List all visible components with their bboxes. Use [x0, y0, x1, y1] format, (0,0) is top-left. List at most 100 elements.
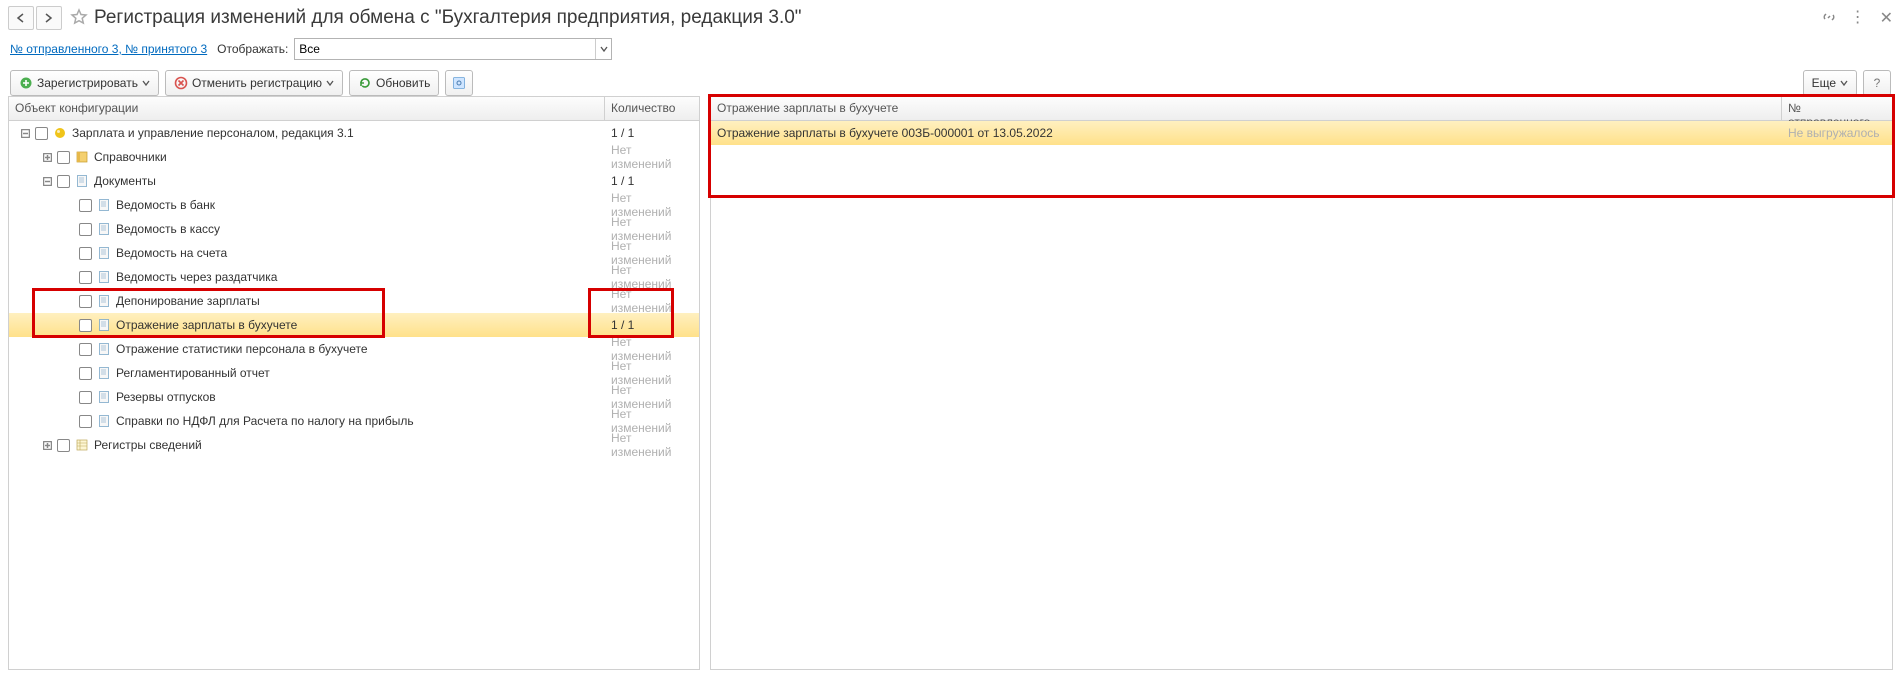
- tree-row[interactable]: Документы 1 / 1: [9, 169, 699, 193]
- collapse-icon[interactable]: [19, 129, 31, 138]
- tree-item-label: Регистры сведений: [94, 438, 202, 452]
- sent-received-link[interactable]: № отправленного 3, № принятого 3: [10, 42, 207, 56]
- doc-icon: [96, 222, 112, 236]
- chevron-down-icon: [142, 76, 150, 90]
- tree-checkbox[interactable]: [79, 367, 92, 380]
- tree-checkbox[interactable]: [57, 175, 70, 188]
- doc-icon: [96, 390, 112, 404]
- cancel-icon: [174, 76, 188, 90]
- chevron-down-icon: [326, 76, 334, 90]
- tree-item-label: Ведомость в банк: [116, 198, 215, 212]
- more-label: Еще: [1812, 76, 1836, 90]
- tree-row[interactable]: Ведомость в банкНет изменений: [9, 193, 699, 217]
- doc-icon: [96, 294, 112, 308]
- help-button[interactable]: ?: [1863, 70, 1891, 96]
- tree-checkbox[interactable]: [79, 223, 92, 236]
- book-icon: [74, 150, 90, 164]
- cancel-registration-label: Отменить регистрацию: [192, 76, 322, 90]
- tree-row[interactable]: Справки по НДФЛ для Расчета по налогу на…: [9, 409, 699, 433]
- tree-item-label: Ведомость в кассу: [116, 222, 220, 236]
- tree-row[interactable]: Регистры сведений Нет изменений: [9, 433, 699, 457]
- detail-row[interactable]: Отражение зарплаты в бухучете 00ЗБ-00000…: [711, 121, 1892, 145]
- tree-checkbox[interactable]: [79, 295, 92, 308]
- doc-icon: [96, 366, 112, 380]
- reg-icon: [74, 438, 90, 452]
- expand-icon[interactable]: [41, 441, 53, 450]
- settings-icon: [452, 76, 466, 90]
- tree-checkbox[interactable]: [57, 439, 70, 452]
- doc-icon: [96, 246, 112, 260]
- close-icon[interactable]: ✕: [1880, 8, 1893, 28]
- register-button[interactable]: Зарегистрировать: [10, 70, 159, 96]
- display-filter-combo[interactable]: [294, 38, 612, 60]
- tree-row[interactable]: Справочники Нет изменений: [9, 145, 699, 169]
- tree-item-count: 1 / 1: [605, 174, 699, 188]
- tree-checkbox[interactable]: [57, 151, 70, 164]
- tree-checkbox[interactable]: [35, 127, 48, 140]
- config-tree-pane: Объект конфигурации Количество Зарплата …: [8, 96, 700, 670]
- tree-checkbox[interactable]: [79, 271, 92, 284]
- doc-icon: [96, 318, 112, 332]
- tree-row[interactable]: Ведомость в кассуНет изменений: [9, 217, 699, 241]
- tree-item-label: Резервы отпусков: [116, 390, 216, 404]
- refresh-icon: [358, 76, 372, 90]
- cancel-registration-button[interactable]: Отменить регистрацию: [165, 70, 343, 96]
- detail-sent-number: Не выгружалось: [1782, 126, 1892, 140]
- settings-button[interactable]: [445, 70, 473, 96]
- col-count[interactable]: Количество: [605, 97, 699, 120]
- expand-icon[interactable]: [41, 153, 53, 162]
- tree-checkbox[interactable]: [79, 199, 92, 212]
- tree-item-label: Справочники: [94, 150, 167, 164]
- filter-label: Отображать:: [217, 42, 288, 56]
- tree-checkbox[interactable]: [79, 247, 92, 260]
- dropdown-icon[interactable]: [595, 39, 611, 59]
- tree-item-label: Документы: [94, 174, 156, 188]
- link-icon[interactable]: [1822, 10, 1836, 27]
- refresh-label: Обновить: [376, 76, 430, 90]
- tree-row[interactable]: Отражение зарплаты в бухучете1 / 1: [9, 313, 699, 337]
- display-filter-input[interactable]: [295, 39, 595, 59]
- add-icon: [19, 76, 33, 90]
- tree-row[interactable]: Резервы отпусковНет изменений: [9, 385, 699, 409]
- detail-name: Отражение зарплаты в бухучете 00ЗБ-00000…: [711, 126, 1782, 140]
- tree-row[interactable]: Ведомость на счетаНет изменений: [9, 241, 699, 265]
- nav-forward-button[interactable]: [36, 6, 62, 30]
- doc-icon: [96, 270, 112, 284]
- col-detail-name[interactable]: Отражение зарплаты в бухучете: [711, 97, 1782, 120]
- tree-checkbox[interactable]: [79, 319, 92, 332]
- tree-item-label: Зарплата и управление персоналом, редакц…: [72, 126, 354, 140]
- nav-back-button[interactable]: [8, 6, 34, 30]
- tree-item-count: Нет изменений: [605, 287, 699, 315]
- tree-item-label: Регламентированный отчет: [116, 366, 270, 380]
- register-label: Зарегистрировать: [37, 76, 138, 90]
- chevron-down-icon: [1840, 76, 1848, 90]
- col-object[interactable]: Объект конфигурации: [9, 97, 605, 120]
- doc-icon: [96, 342, 112, 356]
- tree-checkbox[interactable]: [79, 391, 92, 404]
- tree-item-count: Нет изменений: [605, 143, 699, 171]
- detail-pane: Отражение зарплаты в бухучете № отправле…: [710, 96, 1893, 670]
- favorite-star-icon[interactable]: [70, 8, 88, 29]
- tree-item-label: Справки по НДФЛ для Расчета по налогу на…: [116, 414, 414, 428]
- collapse-icon[interactable]: [41, 177, 53, 186]
- doc-icon: [96, 414, 112, 428]
- doc-icon: [96, 198, 112, 212]
- page-title: Регистрация изменений для обмена с "Бухг…: [94, 7, 802, 29]
- kebab-menu-icon[interactable]: ⋮: [1850, 10, 1866, 26]
- tree-item-label: Ведомость на счета: [116, 246, 227, 260]
- more-button[interactable]: Еще: [1803, 70, 1857, 96]
- tree-item-label: Отражение статистики персонала в бухучет…: [116, 342, 368, 356]
- tree-checkbox[interactable]: [79, 343, 92, 356]
- tree-item-count: 1 / 1: [605, 318, 699, 332]
- tree-row[interactable]: Депонирование зарплаты Нет изменений: [9, 289, 699, 313]
- tree-row[interactable]: Зарплата и управление персоналом, редакц…: [9, 121, 699, 145]
- tree-row[interactable]: Регламентированный отчетНет изменений: [9, 361, 699, 385]
- col-sent-number[interactable]: № отправленного: [1782, 97, 1892, 120]
- tree-row[interactable]: Отражение статистики персонала в бухучет…: [9, 337, 699, 361]
- ball-icon: [52, 126, 68, 140]
- tree-checkbox[interactable]: [79, 415, 92, 428]
- tree-row[interactable]: Ведомость через раздатчикаНет изменений: [9, 265, 699, 289]
- tree-item-label: Депонирование зарплаты: [116, 294, 260, 308]
- tree-item-count: Нет изменений: [605, 431, 699, 459]
- refresh-button[interactable]: Обновить: [349, 70, 439, 96]
